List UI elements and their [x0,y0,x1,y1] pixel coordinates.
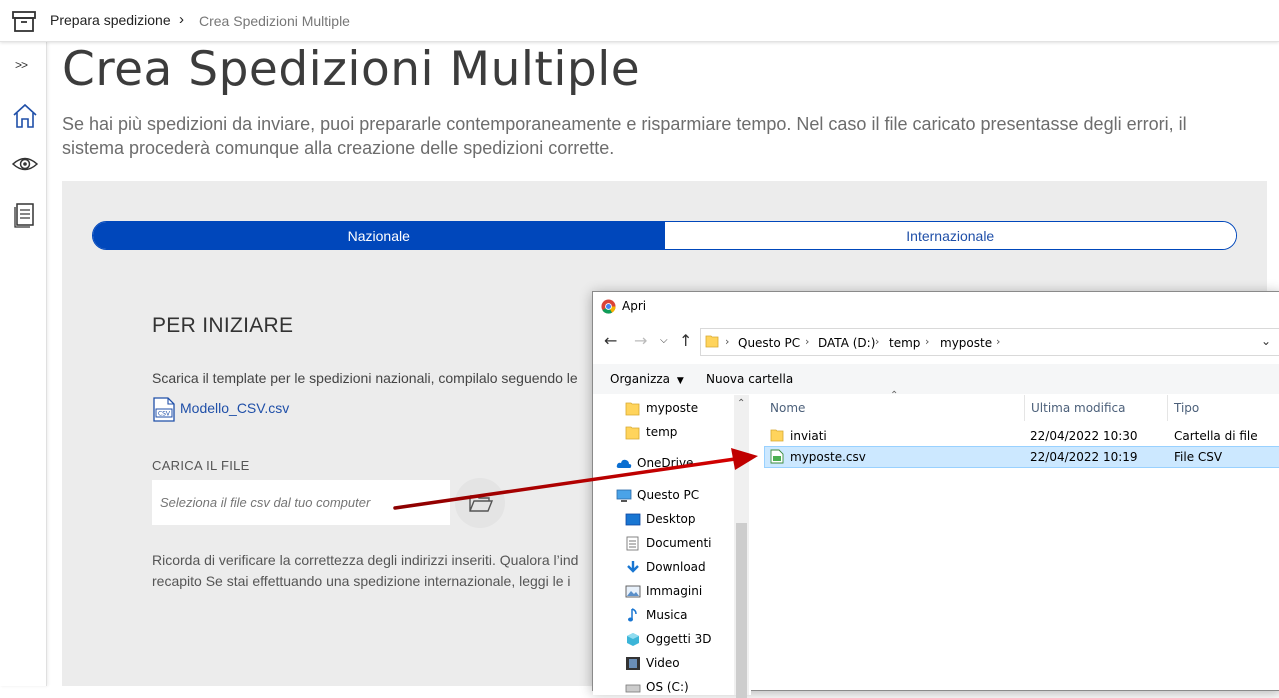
open-file-dialog: Apri ← → ⌵ ↑ › Questo PC › DATA (D:) › t… [592,291,1279,698]
nav-item-label: Musica [646,608,688,622]
nav-item-label: temp [646,425,678,439]
computer-icon [616,489,632,502]
nav-item-label: Desktop [646,512,696,526]
folder-open-icon [469,495,494,512]
video-icon [626,657,640,670]
page-title: Crea Spedizioni Multiple [62,42,641,97]
upload-label: CARICA IL FILE [152,458,250,473]
file-row-inviati[interactable]: inviati 22/04/2022 10:30 Cartella di fil… [764,425,1279,447]
folder-icon [625,402,640,416]
address-bar[interactable]: › Questo PC › DATA (D:) › temp › myposte… [700,328,1279,356]
scrollbar-thumb[interactable] [736,523,747,698]
folder-icon [625,426,640,440]
drive-icon [625,684,641,693]
chevron-down-icon: ▼ [676,376,684,386]
folder-icon [705,335,719,348]
reminder-line-1: Ricorda di verificare la correttezza deg… [152,552,579,568]
dialog-title: Apri [622,299,647,313]
documents-icon [626,536,639,551]
template-instructions: Scarica il template per le spedizioni na… [152,370,578,386]
address-segment[interactable]: Questo PC [738,336,800,350]
chrome-icon [601,299,616,314]
breadcrumb-current: Crea Spedizioni Multiple [199,13,350,29]
scroll-up-icon[interactable]: ⌃ [737,398,745,409]
breadcrumb-chevron-icon: › [179,11,184,28]
browse-file-button[interactable] [455,478,505,528]
address-segment[interactable]: myposte [940,336,992,350]
tab-internazionale[interactable]: Internazionale [664,222,1236,249]
tab-nazionale[interactable]: Nazionale [93,222,665,249]
address-segment[interactable]: DATA (D:) [818,336,875,350]
breadcrumb-parent[interactable]: Prepara spedizione [50,12,171,28]
shipment-type-toggle: Nazionale Internazionale [92,221,1237,250]
archive-box-icon[interactable] [11,9,37,33]
nav-item-label: myposte [646,401,699,415]
address-separator-icon: › [725,335,730,348]
objects-3d-icon [627,633,639,646]
column-separator [1167,395,1168,421]
home-icon[interactable] [11,102,39,130]
dialog-toolbar: Organizza ▼ Nuova cartella [593,364,1279,394]
address-dropdown-icon[interactable]: ⌄ [1261,334,1271,348]
cloud-icon [616,459,632,468]
up-arrow-icon[interactable]: ↑ [679,331,692,350]
nav-item-label: OneDrive [637,456,694,470]
nav-item-label: Download [646,560,706,574]
address-separator-icon: › [996,335,1001,348]
reminder-line-2: recapito Se stai effettuando una spedizi… [152,573,571,589]
expand-sidebar-button[interactable]: >> [15,58,28,72]
file-name: inviati [790,429,827,443]
navigation-pane: myposte temp OneDrive Questo PC Desktop … [593,395,751,695]
section-title: PER INIZIARE [152,314,294,337]
new-folder-button[interactable]: Nuova cartella [706,372,793,386]
svg-text:CSV: CSV [158,411,171,418]
forward-arrow-icon[interactable]: → [634,331,647,350]
file-name: myposte.csv [790,450,866,464]
navigation-scrollbar[interactable]: ⌃ [734,395,749,698]
download-template-link[interactable]: Modello_CSV.csv [180,400,289,416]
nav-item-label: OS (C:) [646,680,689,694]
reminder-text: Ricorda di verificare la correttezza deg… [152,550,578,592]
pictures-icon [625,585,641,598]
column-header-type[interactable]: Tipo [1174,401,1199,415]
sort-caret-icon: ⌃ [890,390,899,401]
organize-label: Organizza [610,372,671,386]
document-icon[interactable] [11,200,39,228]
music-icon [628,608,637,622]
csv-file-icon[interactable]: CSV [152,397,176,422]
column-header-name[interactable]: Nome [770,401,805,415]
folder-icon [770,429,784,442]
file-type: Cartella di file [1174,429,1258,443]
file-type: File CSV [1174,450,1223,464]
nav-item-label: Immagini [646,584,703,598]
top-bar: Prepara spedizione › Crea Spedizioni Mul… [0,0,1279,42]
csv-file-icon [770,449,784,464]
file-modified: 22/04/2022 10:30 [1030,429,1138,443]
eye-icon[interactable] [11,150,39,178]
nav-item-label: Oggetti 3D [646,632,712,646]
file-modified: 22/04/2022 10:19 [1030,450,1138,464]
address-separator-icon: › [805,335,810,348]
nav-item-label: Video [646,656,680,670]
download-icon [627,561,639,573]
page-description: Se hai più spedizioni da inviare, puoi p… [62,114,1187,158]
address-segment[interactable]: temp [889,336,920,350]
back-arrow-icon[interactable]: ← [604,331,617,350]
file-path-input[interactable] [152,480,450,525]
address-separator-icon: › [875,335,880,348]
organize-button[interactable]: Organizza ▼ [610,372,684,386]
dialog-nav-row: ← → ⌵ ↑ › Questo PC › DATA (D:) › temp ›… [593,326,1279,356]
desktop-icon [625,513,641,526]
sidebar: >> [0,42,47,686]
nav-item-label: Questo PC [637,488,700,502]
file-row-myposte-csv[interactable]: myposte.csv 22/04/2022 10:19 File CSV [764,446,1279,468]
column-separator [1024,395,1025,421]
recent-dropdown-icon[interactable]: ⌵ [660,335,668,346]
column-header-modified[interactable]: Ultima modifica [1031,401,1126,415]
nav-item-label: Documenti [646,536,712,550]
address-separator-icon: › [925,335,930,348]
